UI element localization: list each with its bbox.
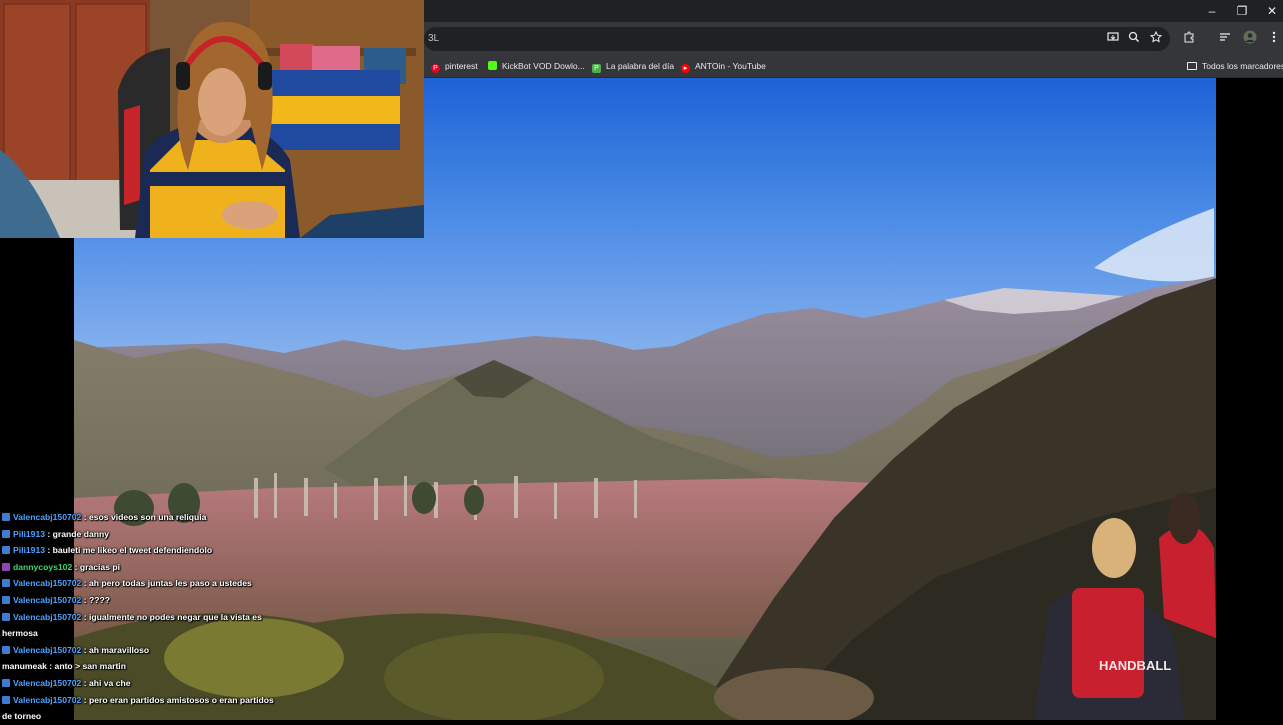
chat-message: Valencabj150702 : ah maravilloso — [2, 642, 302, 659]
chat-badge-icon — [2, 678, 10, 687]
chat-message: Pili1913 : grande danny — [2, 526, 302, 543]
webcam-overlay — [0, 0, 424, 238]
chat-text: : ???? — [83, 594, 110, 605]
url-text: 3L — [428, 33, 440, 44]
chat-username: Pili1913 — [13, 528, 46, 539]
chat-message: Valencabj150702 : esos videos son una re… — [2, 509, 302, 526]
menu-icon[interactable] — [1265, 30, 1283, 48]
chat-username: Valencabj150702 — [13, 694, 82, 705]
bookmark-pinterest[interactable]: Ppinterest — [431, 58, 478, 74]
chat-username: Valencabj150702 — [13, 512, 82, 522]
chat-text: : ahi va che — [83, 677, 131, 688]
chat-username: Valencabj150702 — [13, 644, 82, 655]
jersey-text: HANDBALL — [1099, 658, 1171, 673]
chat-message: Valencabj150702 : igualmente no podes ne… — [2, 609, 302, 642]
restore-button[interactable]: ❐ — [1227, 0, 1257, 22]
extensions-icon[interactable] — [1180, 30, 1198, 48]
bookmark-kickbot[interactable]: KickBot VOD Dowlo... — [488, 58, 585, 74]
chat-text: : esos videos son una reliquia — [83, 512, 207, 522]
chat-message: Valencabj150702 : ah pero todas juntas l… — [2, 575, 302, 592]
chat-badge-icon — [2, 562, 10, 571]
chat-text: : grande danny — [47, 528, 110, 539]
all-bookmarks-button[interactable]: Todos los marcadores — [1187, 58, 1283, 74]
chat-badge-icon — [2, 546, 10, 555]
youtube-icon: ▸ — [681, 64, 690, 73]
chat-text: : anto > san martin — [49, 661, 126, 672]
bookmark-label: pinterest — [445, 61, 478, 71]
chat-username: Pili1913 — [13, 545, 46, 556]
chat-badge-icon — [2, 595, 10, 604]
chat-username: manumeak — [2, 661, 47, 672]
chat-text: : ah maravilloso — [83, 644, 150, 655]
bookmark-label: La palabra del día — [606, 61, 675, 71]
profile-icon[interactable] — [1241, 30, 1259, 48]
chat-message: Valencabj150702 : ahi va che — [2, 675, 302, 692]
chat-badge-icon — [2, 645, 10, 654]
chat-text-continued: hermosa — [2, 628, 38, 639]
minimize-button[interactable]: – — [1197, 0, 1227, 22]
chat-username: Valencabj150702 — [13, 578, 82, 589]
bookmark-youtube[interactable]: ▸ ANTOin - YouTube — [681, 58, 766, 74]
chat-message: Pili1913 : bauleti me likeo el tweet def… — [2, 542, 302, 559]
chat-username: Valencabj150702 — [13, 677, 82, 688]
chat-message: manumeak : anto > san martin — [2, 658, 302, 675]
bookmark-label: ANTOin - YouTube — [695, 61, 766, 71]
chat-overlay: Valencabj150702 : esos videos son una re… — [2, 509, 302, 725]
chat-text: : gracias pi — [74, 561, 120, 572]
folder-icon — [1187, 62, 1197, 70]
close-button[interactable]: ✕ — [1257, 0, 1283, 22]
pinterest-icon: P — [431, 64, 440, 73]
chat-username: dannycoys102 — [13, 561, 73, 572]
chat-username: Valencabj150702 — [13, 594, 82, 605]
chat-badge-icon — [2, 612, 10, 621]
address-bar[interactable]: 3L — [424, 27, 1170, 51]
streamer-webcam-image — [0, 0, 424, 238]
chat-username: Valencabj150702 — [13, 611, 82, 622]
chat-badge-icon — [2, 695, 10, 704]
bookmark-label: KickBot VOD Dowlo... — [502, 61, 585, 71]
chat-badge-icon — [2, 579, 10, 588]
chat-text: : bauleti me likeo el tweet defendiendol… — [47, 545, 213, 556]
chat-badge-icon — [2, 529, 10, 538]
star-icon[interactable] — [1147, 30, 1165, 48]
letterbox-right — [1216, 78, 1283, 720]
chat-text: : ah pero todas juntas les paso a ustede… — [83, 578, 252, 589]
chat-badge-icon — [2, 513, 10, 521]
chat-text: : pero eran partidos amistosos o eran pa… — [83, 694, 274, 705]
bookmark-palabra[interactable]: P La palabra del día — [592, 58, 674, 74]
all-bookmarks-label: Todos los marcadores — [1202, 61, 1283, 71]
chat-text: : igualmente no podes negar que la vista… — [83, 611, 262, 622]
palabra-icon: P — [592, 64, 601, 73]
kickbot-icon — [488, 61, 497, 70]
chat-message: dannycoys102 : gracias pi — [2, 559, 302, 576]
tab-search-icon[interactable] — [1216, 30, 1234, 48]
zoom-icon[interactable] — [1125, 30, 1143, 48]
chat-message: Valencabj150702 : ???? — [2, 592, 302, 609]
install-icon[interactable] — [1104, 30, 1122, 48]
